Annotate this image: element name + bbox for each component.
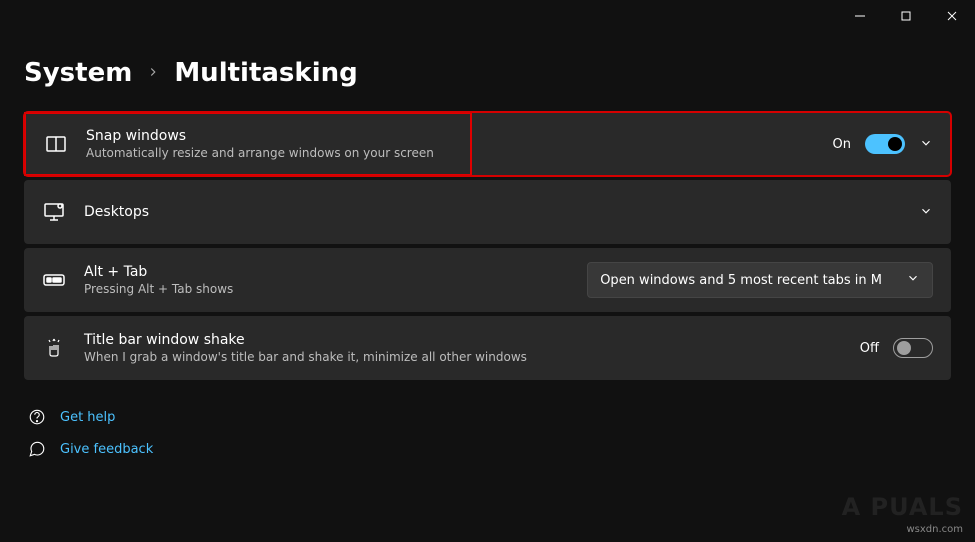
- row-text: Desktops: [84, 204, 901, 220]
- titlebar: [0, 0, 975, 32]
- close-button[interactable]: [929, 0, 975, 32]
- shake-toggle[interactable]: [893, 338, 933, 358]
- snap-windows-icon: [44, 132, 68, 156]
- desktops-icon: [42, 200, 66, 224]
- row-title: Desktops: [84, 204, 901, 220]
- breadcrumb-parent[interactable]: System: [24, 58, 132, 88]
- alt-tab-dropdown[interactable]: Open windows and 5 most recent tabs in M: [587, 262, 933, 298]
- get-help-link[interactable]: Get help: [28, 408, 951, 426]
- alt-tab-icon: [42, 268, 66, 292]
- row-text: Snap windows Automatically resize and ar…: [86, 128, 434, 160]
- row-text: Title bar window shake When I grab a win…: [84, 332, 842, 364]
- row-snap-windows[interactable]: Snap windows Automatically resize and ar…: [24, 112, 951, 176]
- row-title-bar-shake[interactable]: Title bar window shake When I grab a win…: [24, 316, 951, 380]
- link-label: Give feedback: [60, 442, 153, 457]
- row-title: Snap windows: [86, 128, 434, 144]
- row-title: Alt + Tab: [84, 264, 569, 280]
- row-text: Alt + Tab Pressing Alt + Tab shows: [84, 264, 569, 296]
- expand-chevron-icon[interactable]: [919, 135, 933, 154]
- footer-links: Get help Give feedback: [24, 408, 951, 458]
- content-area: System Multitasking Snap windows Automat…: [0, 32, 975, 458]
- feedback-icon: [28, 440, 46, 458]
- row-controls: Off: [860, 338, 933, 358]
- row-title: Title bar window shake: [84, 332, 842, 348]
- maximize-button[interactable]: [883, 0, 929, 32]
- row-subtitle: Pressing Alt + Tab shows: [84, 282, 569, 296]
- row-alt-tab[interactable]: Alt + Tab Pressing Alt + Tab shows Open …: [24, 248, 951, 312]
- row-subtitle: Automatically resize and arrange windows…: [86, 146, 434, 160]
- watermark-brand: A PUALS: [842, 492, 963, 523]
- breadcrumb-current: Multitasking: [174, 58, 357, 88]
- toggle-state-label: Off: [860, 341, 879, 356]
- chevron-right-icon: [146, 64, 160, 83]
- breadcrumb: System Multitasking: [24, 48, 951, 112]
- window-frame: System Multitasking Snap windows Automat…: [0, 0, 975, 542]
- chevron-down-icon: [906, 271, 920, 289]
- highlight-box: Snap windows Automatically resize and ar…: [24, 112, 472, 176]
- watermark-site: wsxdn.com: [842, 523, 963, 536]
- dropdown-value: Open windows and 5 most recent tabs in M: [600, 273, 882, 288]
- expand-chevron-icon[interactable]: [919, 203, 933, 222]
- help-icon: [28, 408, 46, 426]
- link-label: Get help: [60, 410, 115, 425]
- window-shake-icon: [42, 336, 66, 360]
- snap-toggle[interactable]: [865, 134, 905, 154]
- row-controls: On: [833, 134, 933, 154]
- row-desktops[interactable]: Desktops: [24, 180, 951, 244]
- give-feedback-link[interactable]: Give feedback: [28, 440, 951, 458]
- settings-list: Snap windows Automatically resize and ar…: [24, 112, 951, 380]
- minimize-button[interactable]: [837, 0, 883, 32]
- row-subtitle: When I grab a window's title bar and sha…: [84, 350, 842, 364]
- toggle-state-label: On: [833, 137, 851, 152]
- row-controls: [919, 203, 933, 222]
- row-controls: Open windows and 5 most recent tabs in M: [587, 262, 933, 298]
- watermark: A PUALS wsxdn.com: [842, 492, 963, 536]
